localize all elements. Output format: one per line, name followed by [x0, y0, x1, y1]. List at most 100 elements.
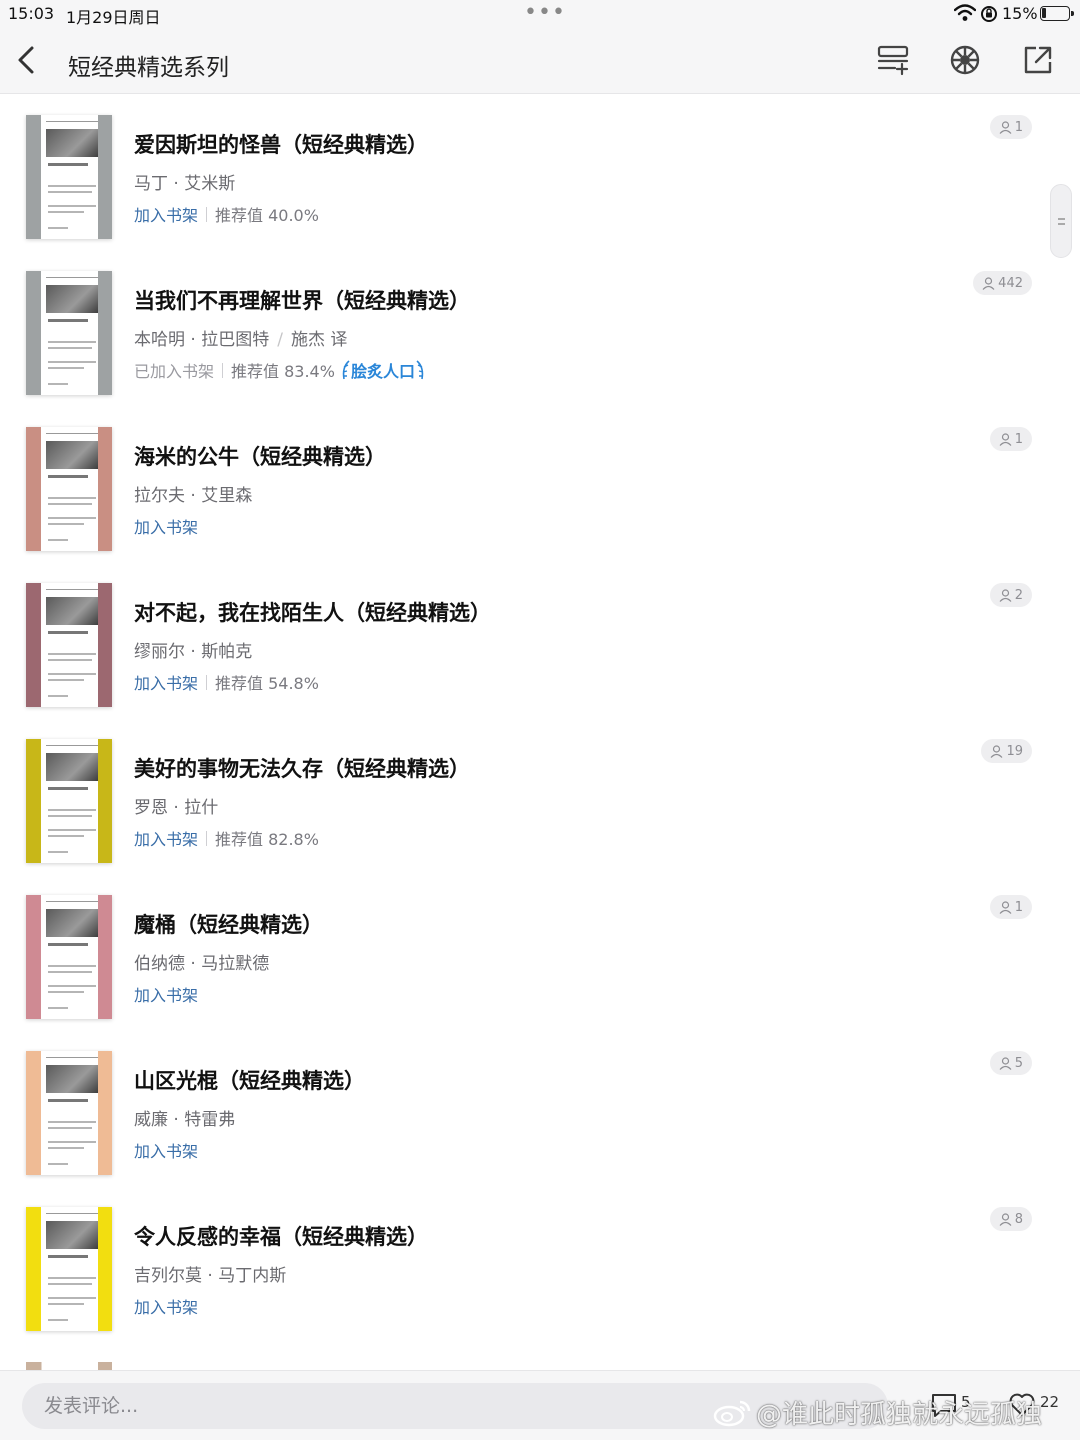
add-to-shelf-link[interactable]: 加入书架 [134, 202, 198, 226]
status-time: 15:03 [8, 4, 55, 23]
divider [206, 206, 208, 222]
book-item[interactable]: 当我们不再理解世界（短经典精选） 本哈明 · 拉巴图特 / 施杰 译 已加入书架 推… [0, 251, 1080, 407]
author-name[interactable]: 缪丽尔 · 斯帕克 [134, 642, 252, 662]
book-cover[interactable] [26, 1207, 112, 1331]
person-icon [991, 744, 1003, 758]
author-name[interactable]: 吉列尔莫 · 马丁内斯 [134, 1266, 286, 1286]
book-title[interactable]: 海米的公牛（短经典精选） [134, 441, 386, 471]
reader-count: 19 [1006, 743, 1023, 759]
multitask-dots[interactable]: ••• [524, 0, 566, 25]
reader-count: 1 [1014, 119, 1023, 135]
add-to-shelf-link[interactable]: 加入书架 [134, 1294, 198, 1318]
book-author[interactable]: 拉尔夫 · 艾里森 [134, 481, 252, 506]
person-icon [999, 900, 1012, 914]
reader-count-badge: 1 [989, 115, 1032, 139]
book-title[interactable]: 爱因斯坦的怪兽（短经典精选） [134, 129, 428, 159]
weibo-logo-icon [713, 1400, 751, 1426]
book-title[interactable]: 对不起，我在找陌生人（短经典精选） [134, 597, 491, 627]
author-name[interactable]: 马丁 · 艾米斯 [134, 174, 235, 194]
reader-count: 1 [1014, 431, 1023, 447]
book-title[interactable]: 令人反感的幸福（短经典精选） [134, 1221, 428, 1251]
add-to-shelf-link[interactable]: 加入书架 [134, 1138, 198, 1162]
book-cover[interactable] [26, 115, 112, 239]
rotation-lock-icon [981, 6, 997, 22]
book-author[interactable]: 威廉 · 特雷弗 [134, 1105, 235, 1130]
back-chevron-icon[interactable] [10, 42, 46, 78]
list-add-icon[interactable] [875, 42, 911, 78]
book-cover[interactable] [26, 895, 112, 1019]
person-icon [999, 588, 1012, 602]
add-to-shelf-link[interactable]: 加入书架 [134, 826, 198, 850]
book-meta: 加入书架 [134, 1138, 198, 1162]
battery-icon [1040, 6, 1074, 21]
watermark-text: @谁此时孤独就永远孤独 [756, 1400, 1043, 1430]
book-item[interactable]: 海米的公牛（短经典精选） 拉尔夫 · 艾里森 加入书架 1 [0, 407, 1080, 563]
added-to-shelf-label[interactable]: 已加入书架 [134, 358, 214, 382]
wifi-icon [954, 4, 976, 21]
book-cover[interactable] [26, 583, 112, 707]
book-author[interactable]: 罗恩 · 拉什 [134, 793, 218, 818]
book-author[interactable]: 缪丽尔 · 斯帕克 [134, 637, 252, 662]
author-name[interactable]: 本哈明 · 拉巴图特 [134, 330, 269, 350]
book-item[interactable]: 对不起，我在找陌生人（短经典精选） 缪丽尔 · 斯帕克 加入书架 推荐值 54.… [0, 563, 1080, 719]
author-name[interactable]: 罗恩 · 拉什 [134, 798, 218, 818]
popular-badge[interactable]: 脍炙人口 [341, 358, 425, 382]
book-title[interactable]: 美好的事物无法久存（短经典精选） [134, 753, 470, 783]
page-title: 短经典精选系列 [68, 55, 229, 81]
translator-name[interactable]: 施杰 译 [291, 330, 347, 350]
add-to-shelf-link[interactable]: 加入书架 [134, 982, 198, 1006]
book-author[interactable]: 马丁 · 艾米斯 [134, 169, 235, 194]
book-title[interactable]: 魔桶（短经典精选） [134, 909, 323, 939]
book-cover[interactable] [26, 1051, 112, 1175]
book-item[interactable]: 令人反感的幸福（短经典精选） 吉列尔莫 · 马丁内斯 加入书架 8 [0, 1187, 1080, 1343]
add-to-shelf-link[interactable]: 加入书架 [134, 514, 198, 538]
person-icon [999, 432, 1012, 446]
reader-count-badge: 1 [989, 895, 1032, 919]
nav-bar: 短经典精选系列 [0, 28, 1080, 94]
like-count: 22 [1040, 1393, 1060, 1411]
laurel-right-icon [416, 360, 424, 380]
book-author[interactable]: 伯纳德 · 马拉默德 [134, 949, 269, 974]
recommend-value: 推荐值 83.4% [231, 362, 335, 381]
share-circle-icon[interactable] [947, 42, 983, 78]
book-cover[interactable] [26, 271, 112, 395]
reader-count-badge: 1 [989, 427, 1032, 451]
book-item[interactable]: 美好的事物无法久存（短经典精选） 罗恩 · 拉什 加入书架 推荐值 82.8% … [0, 719, 1080, 875]
status-date: 1月29日周日 [66, 8, 161, 27]
book-item[interactable]: 爱因斯坦的怪兽（短经典精选） 马丁 · 艾米斯 加入书架 推荐值 40.0% 1 [0, 95, 1080, 251]
person-icon [999, 1212, 1012, 1226]
reader-count-badge: 5 [989, 1051, 1032, 1075]
book-author[interactable]: 吉列尔莫 · 马丁内斯 [134, 1261, 286, 1286]
reader-count-badge: 8 [989, 1207, 1032, 1231]
external-share-icon[interactable] [1020, 42, 1056, 78]
recommend-value: 推荐值 40.0% [215, 206, 319, 225]
book-meta: 加入书架 推荐值 82.8% [134, 826, 319, 850]
author-separator: / [277, 330, 283, 350]
author-name[interactable]: 拉尔夫 · 艾里森 [134, 486, 252, 506]
book-title[interactable]: 当我们不再理解世界（短经典精选） [134, 285, 470, 315]
reader-count: 442 [998, 275, 1023, 291]
reader-count: 8 [1014, 1211, 1023, 1227]
recommend-value: 推荐值 54.8% [215, 674, 319, 693]
person-icon [999, 1056, 1012, 1070]
author-name[interactable]: 威廉 · 特雷弗 [134, 1110, 235, 1130]
book-cover[interactable] [26, 739, 112, 863]
weibo-watermark: @谁此时孤独就永远孤独 [712, 1394, 1042, 1431]
add-to-shelf-link[interactable]: 加入书架 [134, 670, 198, 694]
author-name[interactable]: 伯纳德 · 马拉默德 [134, 954, 269, 974]
battery-percent: 15% [1002, 4, 1038, 23]
reader-count: 5 [1014, 1055, 1023, 1071]
book-cover[interactable] [26, 427, 112, 551]
book-title[interactable]: 山区光棍（短经典精选） [134, 1065, 365, 1095]
person-icon [982, 276, 995, 290]
book-author[interactable]: 本哈明 · 拉巴图特 / 施杰 译 [134, 325, 347, 350]
laurel-left-icon [342, 360, 350, 380]
book-item[interactable]: 魔桶（短经典精选） 伯纳德 · 马拉默德 加入书架 1 [0, 875, 1080, 1031]
popular-badge-label: 脍炙人口 [350, 362, 415, 381]
scroll-handle[interactable] [1050, 184, 1072, 258]
divider [206, 830, 208, 846]
book-meta: 加入书架 推荐值 54.8% [134, 670, 319, 694]
reader-count-badge: 442 [973, 271, 1032, 295]
recommend-value: 推荐值 82.8% [215, 830, 319, 849]
book-item[interactable]: 山区光棍（短经典精选） 威廉 · 特雷弗 加入书架 5 [0, 1031, 1080, 1187]
